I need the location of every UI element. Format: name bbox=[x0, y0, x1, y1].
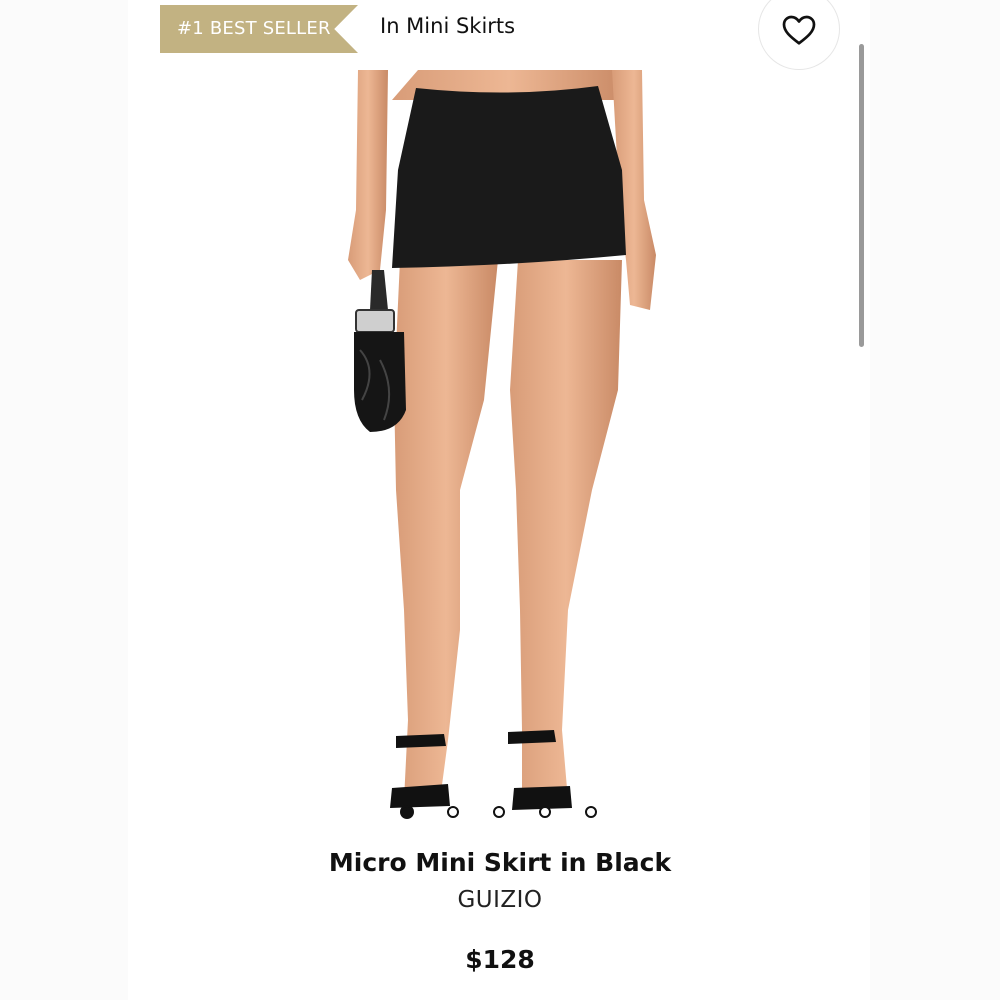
best-seller-badge: #1 BEST SELLER bbox=[160, 5, 358, 53]
product-image[interactable] bbox=[300, 70, 700, 830]
carousel-dot-5[interactable] bbox=[585, 806, 597, 818]
product-brand[interactable]: GUIZIO bbox=[0, 887, 1000, 913]
favorite-button[interactable] bbox=[758, 0, 840, 70]
heart-icon bbox=[782, 15, 816, 45]
carousel-dot-1[interactable] bbox=[400, 805, 414, 819]
carousel-dot-3[interactable] bbox=[493, 806, 505, 818]
product-title[interactable]: Micro Mini Skirt in Black bbox=[0, 848, 1000, 877]
carousel-dot-4[interactable] bbox=[539, 806, 551, 818]
carousel-dot-2[interactable] bbox=[447, 806, 459, 818]
category-link[interactable]: In Mini Skirts bbox=[380, 14, 515, 38]
product-price: $128 bbox=[465, 945, 535, 974]
carousel-dots bbox=[400, 805, 600, 822]
scrollbar[interactable] bbox=[859, 44, 864, 347]
